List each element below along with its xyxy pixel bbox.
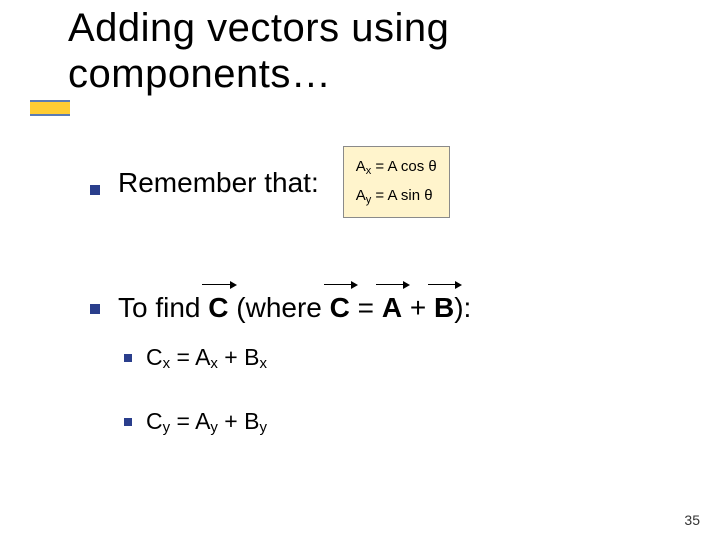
tofind-text: To find C (where C = A + B): [118, 290, 471, 326]
bullet-remember: Remember that: Ax = A cos θ Ay = A sin θ [90, 148, 650, 218]
bullet-icon [124, 418, 132, 426]
equation-cx: Cx = Ax + Bx [146, 344, 267, 372]
page-number: 35 [684, 512, 700, 528]
formula-box: Ax = A cos θ Ay = A sin θ [343, 146, 450, 218]
sub-list: Cx = Ax + Bx Cy = Ay + By [124, 344, 650, 436]
tofind-prefix: To find [118, 292, 208, 323]
bullet-icon [90, 185, 100, 195]
bullet-icon [90, 304, 100, 314]
tofind-plus: + [402, 292, 434, 323]
title-line-1: Adding vectors using [68, 6, 449, 50]
tofind-eq: = [350, 292, 382, 323]
vector-c2: C [330, 290, 350, 326]
remember-label: Remember that: [118, 165, 319, 201]
accent-bar [30, 100, 70, 116]
sub-item-cx: Cx = Ax + Bx [124, 344, 650, 372]
vector-a: A [382, 290, 402, 326]
formula-ay: Ay = A sin θ [356, 182, 437, 211]
vector-b: B [434, 290, 454, 326]
body-content: Remember that: Ax = A cos θ Ay = A sin θ… [90, 148, 650, 472]
tofind-suffix: ): [454, 292, 471, 323]
sub-item-cy: Cy = Ay + By [124, 408, 650, 436]
tofind-mid: (where [229, 292, 330, 323]
slide-title: Adding vectors using components… [68, 5, 449, 97]
vector-c: C [208, 290, 228, 326]
bullet-tofind: To find C (where C = A + B): [90, 290, 650, 326]
title-line-2: components… [68, 52, 331, 96]
equation-cy: Cy = Ay + By [146, 408, 267, 436]
formula-ax: Ax = A cos θ [356, 153, 437, 182]
bullet-icon [124, 354, 132, 362]
